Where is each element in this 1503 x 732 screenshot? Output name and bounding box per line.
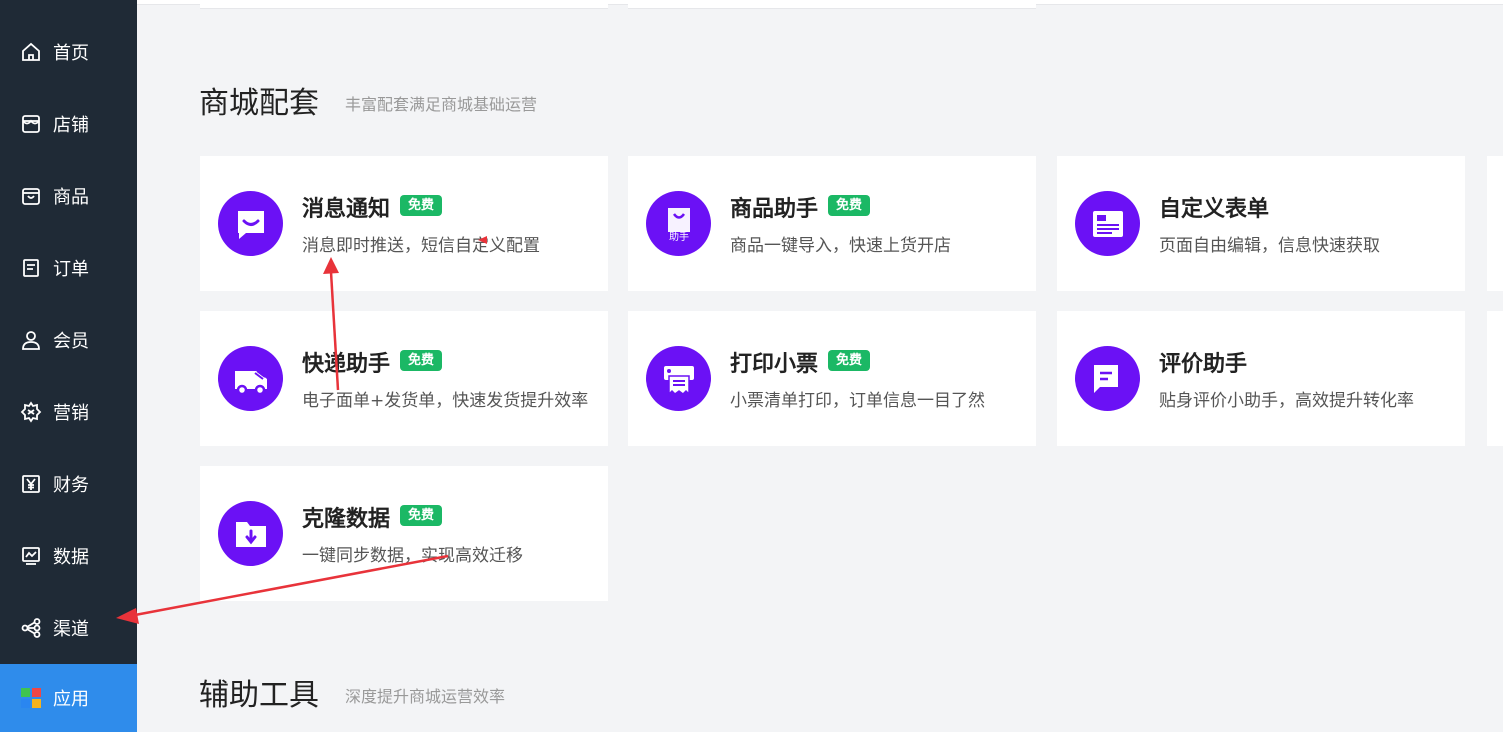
store-icon [20,113,42,135]
form-icon [1075,191,1140,256]
truck-icon [218,346,283,411]
message-icon [218,191,283,256]
chart-icon [20,545,42,567]
card-title: 商品助手 [730,197,819,222]
section-subtitle: 深度提升商城运营效率 [345,687,506,706]
card-title: 消息通知 [302,197,391,222]
home-icon [20,41,42,63]
free-badge: 免费 [400,195,443,216]
sidebar-item-goods[interactable]: 商品 [0,160,137,232]
sidebar-item-members[interactable]: 会员 [0,304,137,376]
apps-icon [20,687,42,709]
sidebar-item-data[interactable]: 数据 [0,520,137,592]
sidebar-item-home[interactable]: 首页 [0,16,137,88]
sidebar-item-label: 店铺 [53,115,89,136]
section-title: 商城配套 [199,86,319,121]
free-badge: 免费 [828,195,871,216]
sidebar-item-label: 营销 [53,403,89,424]
app-card-express[interactable]: 快递助手 免费 电子面单+发货单，快速发货提升效率 [200,311,608,446]
sidebar: 首页 店铺 商品 订单 会员 营销 财务 数据 渠道 应用 [0,0,137,732]
card-description: 电子面单+发货单，快速发货提升效率 [302,391,589,411]
user-icon [20,329,42,351]
card-title: 快递助手 [302,352,391,377]
free-badge: 免费 [400,350,443,371]
sidebar-item-label: 应用 [53,689,89,710]
sidebar-item-store[interactable]: 店铺 [0,88,137,160]
sidebar-item-label: 会员 [53,331,89,352]
sidebar-item-orders[interactable]: 订单 [0,232,137,304]
sidebar-item-label: 数据 [53,547,89,568]
free-badge: 免费 [400,505,443,526]
sidebar-item-finance[interactable]: 财务 [0,448,137,520]
card-description: 贴身评价小助手，高效提升转化率 [1159,391,1414,411]
app-card-custom-form[interactable]: 自定义表单 页面自由编辑，信息快速获取 [1057,156,1465,291]
card-description: 一键同步数据，实现高效迁移 [302,546,523,566]
sidebar-item-marketing[interactable]: 营销 [0,376,137,448]
card-description: 页面自由编辑，信息快速获取 [1159,236,1380,256]
app-card-message[interactable]: 消息通知 免费 消息即时推送，短信自定义配置 [200,156,608,291]
sidebar-item-label: 渠道 [53,619,89,640]
sidebar-item-label: 首页 [53,43,89,64]
section-title: 辅助工具 [199,678,319,713]
partial-card [1487,311,1503,446]
share-icon [20,617,42,639]
app-card-review[interactable]: 评价助手 贴身评价小助手，高效提升转化率 [1057,311,1465,446]
folder-download-icon [218,501,283,566]
card-title: 克隆数据 [302,507,391,532]
section-subtitle: 丰富配套满足商城基础运营 [345,95,538,114]
sidebar-item-label: 商品 [53,187,89,208]
app-card-clone-data[interactable]: 克隆数据 免费 一键同步数据，实现高效迁移 [200,466,608,601]
printer-icon [646,346,711,411]
svg-text:助手: 助手 [669,230,689,243]
yen-icon [20,473,42,495]
sidebar-item-apps[interactable]: 应用 [0,664,137,732]
card-description: 消息即时推送，短信自定义配置 [302,236,540,256]
order-icon [20,257,42,279]
card-description: 商品一键导入，快速上货开店 [730,236,951,256]
sidebar-item-label: 订单 [53,259,89,280]
bag-icon [20,185,42,207]
card-title: 评价助手 [1159,352,1248,377]
previous-card-edge [628,0,1036,9]
gear-icon [20,401,42,423]
card-description: 小票清单打印，订单信息一目了然 [730,391,985,411]
sidebar-item-label: 财务 [53,475,89,496]
partial-card [1487,156,1503,291]
comment-icon [1075,346,1140,411]
card-title: 打印小票 [730,352,819,377]
free-badge: 免费 [828,350,871,371]
app-card-goods-assistant[interactable]: 助手 商品助手 免费 商品一键导入，快速上货开店 [628,156,1036,291]
app-card-print-receipt[interactable]: 打印小票 免费 小票清单打印，订单信息一目了然 [628,311,1036,446]
sidebar-item-channels[interactable]: 渠道 [0,592,137,664]
shopping-bag-icon: 助手 [646,191,711,256]
previous-card-edge [200,0,608,9]
card-title: 自定义表单 [1159,197,1270,222]
